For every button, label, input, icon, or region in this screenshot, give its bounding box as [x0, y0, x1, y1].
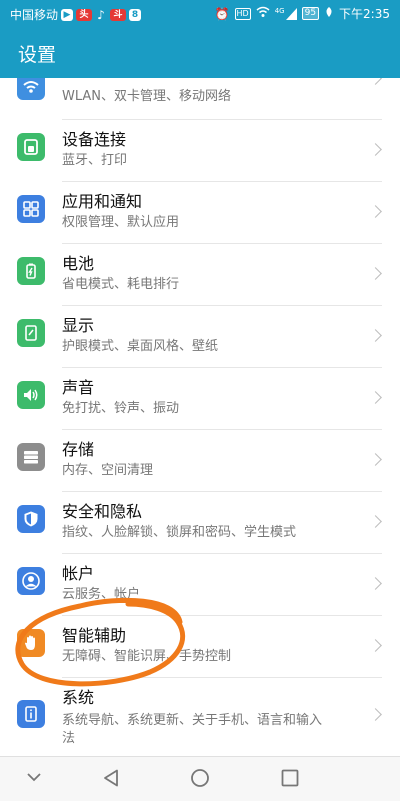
settings-item-subtitle: 省电模式、耗电排行: [62, 277, 180, 292]
system-icon: [17, 700, 45, 728]
chevron-right-icon: [369, 391, 382, 404]
settings-item-title: 智能辅助: [62, 626, 127, 645]
signal-icon: 4G: [274, 6, 297, 20]
settings-item-device-connection[interactable]: 设备连接 蓝牙、打印: [0, 120, 400, 182]
network-type-label: 4G: [274, 6, 285, 15]
shield-icon: [17, 505, 45, 533]
settings-item-title: 存储: [62, 440, 95, 459]
news-icon: 头: [76, 8, 93, 21]
settings-item-account[interactable]: 帐户 云服务、帐户: [0, 554, 400, 616]
carrier-label: 中国移动: [10, 8, 59, 22]
apps-icon: [17, 195, 45, 223]
navigation-bar: [0, 756, 400, 801]
chevron-right-icon: [369, 708, 382, 721]
clock: 下午2:35: [339, 7, 390, 21]
chevron-down-icon[interactable]: [26, 769, 42, 789]
settings-item-subtitle: 指纹、人脸解锁、锁屏和密码、学生模式: [62, 525, 297, 540]
status-bar: 中国移动 ▶ 头 ♪ 斗 8 ⏰ HD 4G 95 下午2:35: [0, 0, 400, 26]
chevron-right-icon: [369, 78, 382, 85]
settings-item-battery[interactable]: 电池 省电模式、耗电排行: [0, 244, 400, 306]
settings-item-title: 电池: [62, 254, 95, 273]
app-icon: 斗: [110, 8, 127, 21]
settings-item-smart-assist[interactable]: 智能辅助 无障碍、智能识屏、手势控制: [0, 616, 400, 678]
settings-item-subtitle: 系统导航、系统更新、关于手机、语言和输入: [62, 713, 323, 728]
hd-call-icon: HD: [234, 7, 251, 20]
app-header: 设置: [0, 26, 400, 78]
wifi-icon: [17, 78, 45, 100]
settings-item-network[interactable]: WLAN、双卡管理、移动网络: [0, 78, 400, 120]
settings-item-storage[interactable]: 存储 内存、空间清理: [0, 430, 400, 492]
chevron-right-icon: [369, 329, 382, 342]
eight-icon: 8: [129, 8, 142, 21]
settings-item-title: 声音: [62, 378, 95, 397]
settings-item-subtitle: 云服务、帐户: [62, 587, 141, 602]
tiktok-icon: ♪: [97, 7, 105, 22]
settings-item-security[interactable]: 安全和隐私 指纹、人脸解锁、锁屏和密码、学生模式: [0, 492, 400, 554]
settings-item-subtitle: 内存、空间清理: [62, 463, 154, 478]
settings-item-subtitle: 免打扰、铃声、振动: [62, 401, 180, 416]
account-icon: [17, 567, 45, 595]
sound-icon: [17, 381, 45, 409]
settings-item-subtitle: 蓝牙、打印: [62, 153, 128, 168]
settings-item-title: 显示: [62, 316, 95, 335]
page-title: 设置: [18, 44, 57, 66]
hand-icon: [17, 629, 45, 657]
back-icon[interactable]: [103, 769, 119, 791]
settings-item-display[interactable]: 显示 护眼模式、桌面风格、壁纸: [0, 306, 400, 368]
battery-icon: 95: [301, 7, 320, 20]
settings-item-subtitle: 护眼模式、桌面风格、壁纸: [62, 339, 219, 354]
chevron-right-icon: [369, 205, 382, 218]
settings-item-system[interactable]: 系统 系统导航、系统更新、关于手机、语言和输入 法: [0, 678, 400, 756]
home-icon[interactable]: [190, 768, 210, 792]
settings-item-title: 设备连接: [62, 130, 127, 149]
chevron-right-icon: [369, 515, 382, 528]
settings-item-apps[interactable]: 应用和通知 权限管理、默认应用: [0, 182, 400, 244]
battery-icon: [17, 257, 45, 285]
wifi-icon: [256, 6, 270, 21]
settings-item-title: 帐户: [62, 564, 95, 583]
device-connect-icon: [17, 133, 45, 161]
settings-item-subtitle: 权限管理、默认应用: [62, 215, 180, 230]
chevron-right-icon: [369, 639, 382, 652]
leaf-icon: [324, 6, 334, 21]
chevron-right-icon: [369, 453, 382, 466]
settings-item-subtitle: WLAN、双卡管理、移动网络: [62, 89, 232, 104]
settings-item-subtitle-wrap: 法: [62, 731, 76, 746]
chevron-right-icon: [369, 577, 382, 590]
settings-item-title: 系统: [62, 688, 95, 707]
chevron-right-icon: [369, 267, 382, 280]
chevron-right-icon: [369, 143, 382, 156]
hd-video-icon: ▶: [61, 8, 74, 21]
display-icon: [17, 319, 45, 347]
settings-item-title: 应用和通知: [62, 192, 143, 211]
storage-icon: [17, 443, 45, 471]
settings-list[interactable]: WLAN、双卡管理、移动网络 设备连接 蓝牙、打印 应用和通知 权限管理、默认应…: [0, 78, 400, 756]
alarm-icon: ⏰: [214, 6, 230, 21]
recents-icon[interactable]: [281, 769, 299, 791]
settings-item-sound[interactable]: 声音 免打扰、铃声、振动: [0, 368, 400, 430]
settings-item-title: 安全和隐私: [62, 502, 143, 521]
settings-item-subtitle: 无障碍、智能识屏、手势控制: [62, 649, 232, 664]
